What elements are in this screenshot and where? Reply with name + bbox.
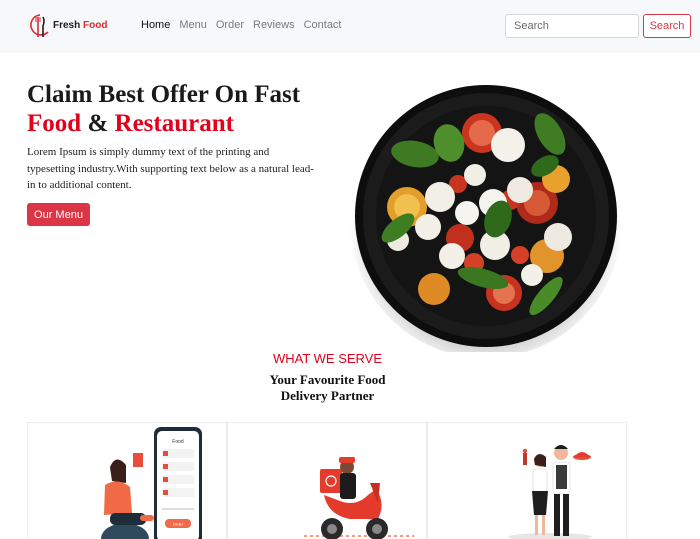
brand-name-part2: Food: [83, 19, 108, 31]
nav-link-reviews[interactable]: Reviews: [253, 19, 295, 31]
nav-link-order[interactable]: Order: [216, 19, 244, 31]
nav-link-home[interactable]: Home: [141, 19, 170, 31]
section-title-line1: Your Favourite Food: [269, 372, 386, 387]
service-card-waiters[interactable]: [427, 422, 627, 539]
phone-order-illustration: Food Order: [101, 427, 202, 539]
hero-title-word-food: Food: [27, 110, 82, 137]
fork-knife-logo-icon: [30, 14, 49, 37]
navbar: Fresh Food Home Menu Order Reviews Conta…: [0, 0, 700, 53]
scooter-delivery-illustration: [304, 457, 414, 539]
hero-title-word-restaurant: Restaurant: [114, 110, 234, 137]
section-kicker: WHAT WE SERVE: [272, 351, 383, 366]
hero-title: Claim Best Offer On Fast Food & Restaura…: [27, 80, 347, 138]
search-button[interactable]: Search: [643, 14, 691, 38]
nav-links: Home Menu Order Reviews Contact: [141, 19, 351, 31]
brand-name: Fresh Food: [53, 20, 107, 31]
brand[interactable]: Fresh Food: [28, 11, 107, 39]
waiters-serving-illustration: [508, 445, 592, 539]
search-input[interactable]: [505, 14, 639, 38]
nav-link-menu[interactable]: Menu: [179, 19, 207, 31]
hero-description: Lorem Ipsum is simply dummy text of the …: [27, 146, 314, 191]
section-title-line2: Delivery Partner: [280, 388, 375, 403]
salad-plate-image: [350, 85, 622, 352]
service-card-phone-order[interactable]: Food Order: [27, 422, 227, 539]
our-menu-button[interactable]: Our Menu: [27, 203, 90, 226]
brand-name-part1: Fresh: [53, 19, 81, 31]
nav-link-contact[interactable]: Contact: [304, 19, 342, 31]
phone-header-text: Food: [172, 439, 184, 445]
hero-title-line1: Claim Best Offer On Fast: [27, 81, 301, 108]
section-title: Your Favourite Food Delivery Partner: [0, 372, 655, 404]
phone-order-button-text: Order: [173, 522, 184, 527]
service-card-delivery[interactable]: [227, 422, 427, 539]
hero-title-ampersand: &: [87, 110, 109, 137]
